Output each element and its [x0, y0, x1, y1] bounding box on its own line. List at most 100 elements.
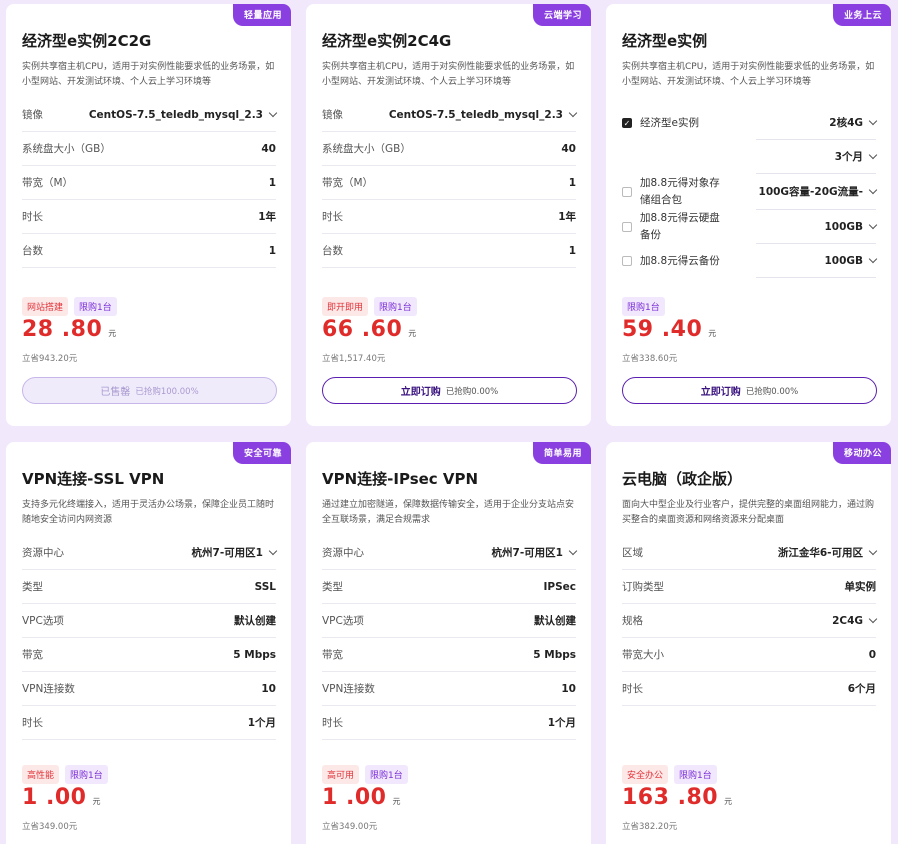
row-label: VPC选项 — [322, 615, 364, 627]
limit-badge: 限购1台 — [374, 297, 417, 316]
config-row-duration: 时长 6个月 — [622, 672, 876, 706]
row-label: 资源中心 — [22, 547, 64, 559]
row-value: CentOS-7.5_teledb_mysql_2.3 — [388, 108, 563, 121]
cloud-backup-select[interactable]: 100GB — [756, 244, 878, 278]
limit-badge: 限购1台 — [674, 765, 717, 784]
duration-select[interactable]: 3个月 — [756, 140, 878, 174]
row-value: 默认创建 — [234, 615, 276, 627]
card-tag: 安全可靠 — [232, 442, 291, 464]
row-value: 1个月 — [247, 717, 276, 729]
badge-group: 高性能 限购1台 — [22, 765, 108, 784]
product-card-e-2c2g: 轻量应用 经济型e实例2C2G 实例共享宿主机CPU，适用于对实例性能要求低的业… — [6, 4, 291, 426]
row-label: 类型 — [22, 581, 43, 593]
config-row-region[interactable]: 资源中心 杭州7-可用区1 — [22, 536, 278, 570]
savings-text: 立省349.00元 — [322, 822, 378, 832]
chevron-down-icon — [868, 185, 878, 194]
limit-badge: 限购1台 — [65, 765, 108, 784]
config-row-connections: VPN连接数 10 — [22, 672, 276, 706]
savings-text: 立省338.60元 — [622, 354, 678, 364]
row-label: 带宽（M） — [22, 177, 74, 189]
row-label: VPN连接数 — [322, 683, 375, 695]
option-label: 加8.8元得对象存储组合包 — [640, 177, 720, 206]
row-value: 杭州7-可用区1 — [191, 547, 263, 559]
config-row-image[interactable]: 镜像 CentOS-7.5_teledb_mysql_2.3 — [22, 98, 278, 132]
button-label: 立即订购 — [700, 387, 741, 398]
limit-badge: 限购1台 — [365, 765, 408, 784]
row-value: 40 — [561, 142, 576, 155]
scenario-badge: 高可用 — [322, 765, 360, 784]
disk-backup-select[interactable]: 100GB — [756, 210, 878, 244]
row-label: 类型 — [322, 581, 343, 593]
row-label: VPC选项 — [22, 615, 64, 627]
price-value: 1 .00 — [22, 785, 87, 810]
row-label: 镜像 — [322, 109, 343, 121]
price: 59 .40 元 — [622, 317, 716, 342]
sold-out-button[interactable]: 已售罄 已抢购100.00% — [22, 377, 277, 404]
checkbox-checked[interactable]: ✓ — [622, 118, 632, 128]
price-unit: 元 — [724, 797, 733, 806]
checkbox[interactable] — [622, 256, 632, 266]
row-value: 10 — [561, 682, 576, 695]
card-tag: 业务上云 — [832, 4, 891, 26]
chevron-down-icon — [868, 116, 878, 125]
image-select[interactable]: CentOS-7.5_teledb_mysql_2.3 — [388, 108, 578, 121]
config-row-region[interactable]: 区域 浙江金华6-可用区 — [622, 536, 878, 570]
select-value: 3个月 — [834, 151, 863, 163]
row-label: 规格 — [622, 615, 643, 627]
checkbox[interactable] — [622, 187, 632, 197]
region-select[interactable]: 杭州7-可用区1 — [191, 545, 278, 560]
config-row-spec[interactable]: 规格 2C4G — [622, 604, 878, 638]
row-value: 5 Mbps — [233, 648, 276, 661]
row-value: 10 — [261, 682, 276, 695]
button-progress: 已抢购0.00% — [445, 386, 499, 397]
savings-text: 立省1,517.40元 — [322, 354, 386, 364]
row-value: 6个月 — [847, 683, 876, 695]
order-now-button[interactable]: 立即订购 已抢购0.00% — [622, 377, 877, 404]
card-title: 经济型e实例2C4G — [322, 32, 452, 50]
config-row-region[interactable]: 资源中心 杭州7-可用区1 — [322, 536, 578, 570]
row-value: 1年 — [258, 211, 276, 223]
row-value: 1 — [568, 244, 576, 257]
row-label: 镜像 — [22, 109, 43, 121]
row-label: 系统盘大小（GB） — [22, 143, 111, 155]
price-unit: 元 — [92, 797, 101, 806]
image-select[interactable]: CentOS-7.5_teledb_mysql_2.3 — [88, 108, 278, 121]
card-title: 云电脑（政企版） — [622, 470, 743, 488]
config-row-count: 台数 1 — [22, 234, 276, 268]
storage-package-select[interactable]: 100G容量-20G流量- — [756, 174, 878, 210]
checkbox[interactable] — [622, 222, 632, 232]
limit-badge: 限购1台 — [74, 297, 117, 316]
select-value: 100GB — [824, 254, 863, 267]
config-rows: 资源中心 杭州7-可用区1 类型 SSL VPC选项 默认创建 带宽 5 Mbps VP… — [22, 536, 278, 740]
price: 28 .80 元 — [22, 317, 116, 342]
spec-select[interactable]: 2核4G — [756, 106, 878, 140]
row-value: CentOS-7.5_teledb_mysql_2.3 — [88, 108, 263, 121]
card-description: 实例共享宿主机CPU，适用于对实例性能要求低的业务场景，如小型网站、开发测试环境… — [22, 62, 275, 87]
config-row-image[interactable]: 镜像 CentOS-7.5_teledb_mysql_2.3 — [322, 98, 578, 132]
config-row-vpc: VPC选项 默认创建 — [22, 604, 276, 638]
price: 1 .00 元 — [22, 785, 100, 810]
config-row-disk: 系统盘大小（GB） 40 — [22, 132, 276, 166]
region-select[interactable]: 浙江金华6-可用区 — [778, 545, 878, 560]
row-label: 台数 — [22, 245, 43, 257]
button-label: 立即订购 — [400, 387, 441, 398]
price: 1 .00 元 — [322, 785, 400, 810]
region-select[interactable]: 杭州7-可用区1 — [492, 545, 578, 560]
product-card-ssl-vpn: 安全可靠 VPN连接-SSL VPN 支持多元化终端接入，适用于灵活办公场景，保… — [6, 442, 291, 844]
option-object-storage: 加8.8元得对象存储组合包 100G容量-20G流量- — [622, 174, 878, 210]
scenario-badge: 网站搭建 — [22, 297, 69, 316]
price-value: 1 .00 — [322, 785, 387, 810]
row-label: 区域 — [622, 547, 643, 559]
card-title: 经济型e实例 — [622, 32, 708, 50]
row-label: 系统盘大小（GB） — [322, 143, 411, 155]
config-row-vpc: VPC选项 默认创建 — [322, 604, 576, 638]
row-value: 1个月 — [547, 717, 576, 729]
select-value: 100GB — [824, 220, 863, 233]
spec-select[interactable]: 2C4G — [832, 614, 878, 627]
price-unit: 元 — [108, 329, 117, 338]
chevron-down-icon — [568, 546, 578, 556]
scenario-badge: 安全办公 — [622, 765, 669, 784]
order-now-button[interactable]: 立即订购 已抢购0.00% — [322, 377, 577, 404]
config-rows: 区域 浙江金华6-可用区 订购类型 单实例 规格 2C4G 带宽大小 0 时长 6个月 — [622, 536, 878, 706]
badge-group: 即开即用 限购1台 — [322, 297, 417, 316]
